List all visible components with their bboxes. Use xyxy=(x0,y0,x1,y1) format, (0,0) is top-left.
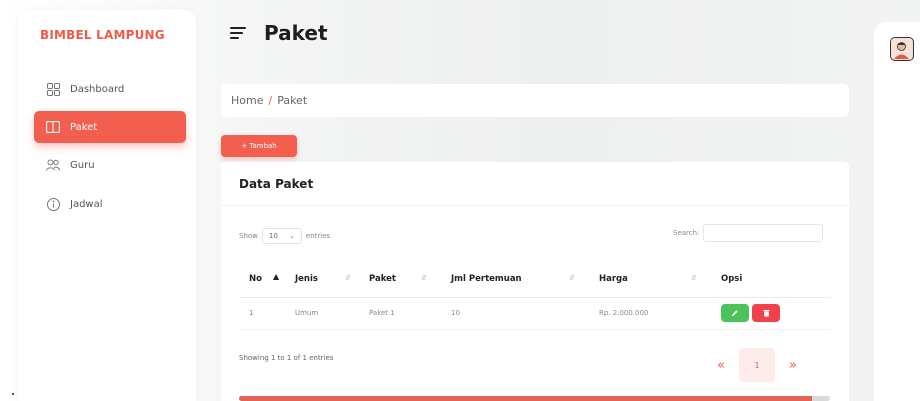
breadcrumb-home-link[interactable]: Home xyxy=(231,94,263,107)
cell-jenis: Umum xyxy=(285,297,359,330)
horizontal-scrollbar[interactable] xyxy=(239,396,830,401)
show-label: Show xyxy=(239,232,258,240)
entries-label: entries xyxy=(305,232,331,240)
entries-length-control: Show 10 ⌄ entries xyxy=(239,228,330,244)
table-header-row: No ▲ Jenis ⇵ Paket ⇵ Jml Pertemuan ⇵ Har… xyxy=(239,262,831,298)
grid-icon xyxy=(46,82,60,96)
delete-button[interactable] xyxy=(752,304,780,322)
sidebar-item-label: Guru xyxy=(70,159,95,171)
sidebar-item-label: Dashboard xyxy=(70,83,125,95)
avatar[interactable] xyxy=(890,37,914,61)
sidebar-item-label: Paket xyxy=(70,121,98,133)
horizontal-scrollbar-thumb[interactable] xyxy=(239,396,813,401)
right-panel xyxy=(874,22,920,401)
cell-jml-pertemuan: 10 xyxy=(441,297,589,330)
add-paket-button[interactable]: + Tambah xyxy=(221,135,297,157)
card-title: Data Paket xyxy=(221,162,849,206)
table-row: 1 Umum Paket 1 10 Rp. 2.000.000 xyxy=(239,297,831,330)
sort-icon: ⇵ xyxy=(691,274,697,282)
trash-icon xyxy=(763,310,769,317)
column-header-no[interactable]: No ▲ xyxy=(239,262,285,298)
column-header-opsi: Opsi xyxy=(711,262,831,298)
brand-logo-text: BIMBEL LAMPUNG xyxy=(40,28,165,42)
pagination-page-button[interactable]: 1 xyxy=(739,348,775,382)
menu-toggle-icon[interactable] xyxy=(230,26,246,40)
sidebar-item-dashboard[interactable]: Dashboard xyxy=(34,73,186,105)
breadcrumb: Home / Paket xyxy=(221,84,849,117)
paket-table: No ▲ Jenis ⇵ Paket ⇵ Jml Pertemuan ⇵ Har… xyxy=(239,262,831,330)
cell-no: 1 xyxy=(239,297,285,330)
column-header-jenis[interactable]: Jenis ⇵ xyxy=(285,262,359,298)
sidebar: BIMBEL LAMPUNG Dashboard Paket Guru Jadw… xyxy=(18,10,196,401)
sort-icon: ⇵ xyxy=(421,274,427,282)
book-icon xyxy=(46,120,60,134)
breadcrumb-separator: / xyxy=(268,94,273,107)
pencil-icon xyxy=(732,310,738,316)
cell-opsi xyxy=(711,297,831,330)
page-header: Paket xyxy=(230,21,328,45)
stray-dot xyxy=(12,393,14,395)
cell-harga: Rp. 2.000.000 xyxy=(589,297,711,330)
pagination-next-button[interactable]: » xyxy=(775,348,811,382)
cell-paket: Paket 1 xyxy=(359,297,441,330)
sidebar-item-label: Jadwal xyxy=(70,198,103,210)
sort-icon: ⇵ xyxy=(345,274,351,282)
column-header-jml-pertemuan[interactable]: Jml Pertemuan ⇵ xyxy=(441,262,589,298)
column-header-paket[interactable]: Paket ⇵ xyxy=(359,262,441,298)
sidebar-item-jadwal[interactable]: Jadwal xyxy=(34,188,186,220)
entries-length-value: 10 xyxy=(268,232,278,240)
data-paket-card: Data Paket Show 10 ⌄ entries Search: No … xyxy=(221,162,849,401)
search-control: Search: xyxy=(673,224,824,242)
sort-icon: ⇵ xyxy=(569,274,575,282)
chevron-down-icon: ⌄ xyxy=(289,232,295,240)
breadcrumb-current: Paket xyxy=(277,94,308,107)
sort-asc-icon: ▲ xyxy=(273,272,280,281)
search-label: Search: xyxy=(673,229,700,237)
edit-button[interactable] xyxy=(721,304,749,322)
table-info: Showing 1 to 1 of 1 entries xyxy=(239,354,334,362)
column-header-harga[interactable]: Harga ⇵ xyxy=(589,262,711,298)
sidebar-item-paket[interactable]: Paket xyxy=(34,111,186,143)
pagination-prev-button[interactable]: « xyxy=(703,348,739,382)
users-icon xyxy=(46,158,60,172)
pagination: « 1 » xyxy=(703,348,811,382)
info-icon xyxy=(46,197,60,211)
entries-length-select[interactable]: 10 ⌄ xyxy=(261,228,302,244)
page-title: Paket xyxy=(264,21,328,45)
user-avatar-icon xyxy=(891,38,912,59)
search-input[interactable] xyxy=(703,224,824,242)
sidebar-item-guru[interactable]: Guru xyxy=(34,149,186,181)
